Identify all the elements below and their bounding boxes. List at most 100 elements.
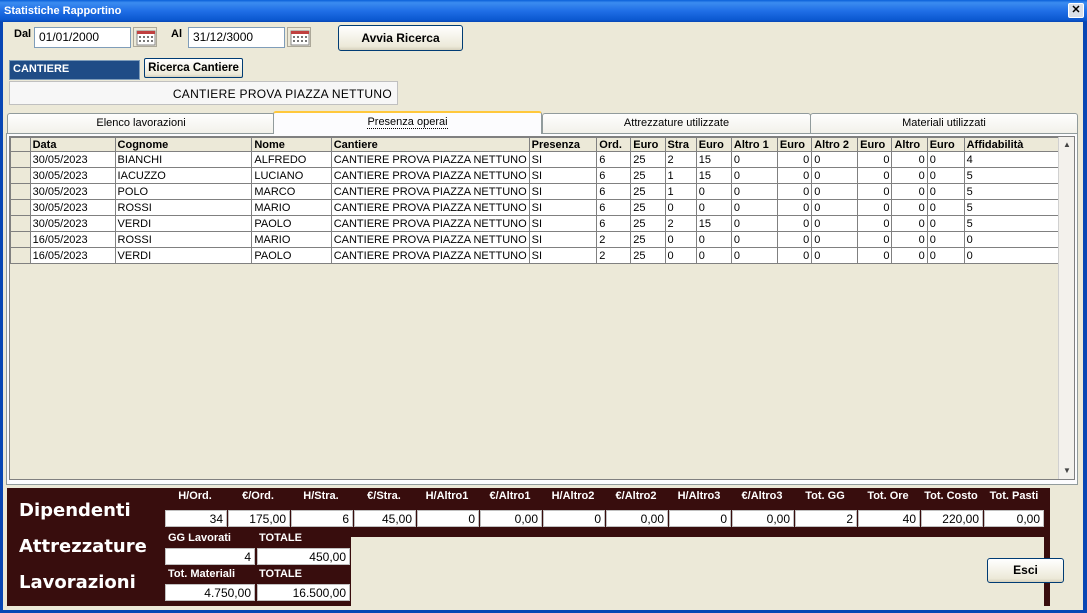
table-cell[interactable]: 5 [963,199,1063,216]
tab-attrezzature-utilizzate[interactable]: Attrezzature utilizzate [542,113,811,133]
table-cell[interactable]: 0 [776,167,813,184]
table-cell[interactable]: 0 [926,247,965,264]
table-cell[interactable]: 0 [811,183,859,200]
table-cell[interactable]: ALFREDO [251,151,332,168]
table-cell[interactable]: LUCIANO [251,167,332,184]
column-header[interactable]: Euro [630,137,666,152]
table-cell[interactable]: 25 [630,247,666,264]
table-cell[interactable]: 0 [926,199,965,216]
table-cell[interactable]: CANTIERE PROVA PIAZZA NETTUNO [330,215,530,232]
table-cell[interactable]: 0 [695,199,732,216]
esci-button[interactable]: Esci [987,558,1064,583]
table-cell[interactable]: 5 [963,215,1063,232]
dal-calendar-button[interactable] [133,27,157,47]
table-cell[interactable]: 0 [730,167,778,184]
table-cell[interactable]: 0 [776,247,813,264]
table-cell[interactable]: 2 [664,215,697,232]
table-cell[interactable]: BIANCHI [114,151,253,168]
table-cell[interactable]: 16/05/2023 [29,247,116,264]
table-cell[interactable]: 0 [695,183,732,200]
table-cell[interactable]: SI [528,151,598,168]
table-cell[interactable]: 2 [596,247,632,264]
table-cell[interactable]: 6 [596,215,632,232]
table-row[interactable]: 30/05/2023 BIANCHI ALFREDO CANTIERE PROVA P… [10,151,1074,168]
al-date-field[interactable]: 31/12/3000 [188,27,285,48]
table-cell[interactable]: 0 [776,183,813,200]
table-row[interactable]: 30/05/2023 VERDI PAOLO CANTIERE PROVA PIAZZ… [10,215,1074,232]
table-cell[interactable]: POLO [114,183,253,200]
table-cell[interactable]: CANTIERE PROVA PIAZZA NETTUNO [330,231,530,248]
table-cell[interactable]: 2 [664,151,697,168]
column-header[interactable]: Euro [776,137,813,152]
row-selector[interactable] [10,151,31,168]
table-cell[interactable]: 4 [963,151,1063,168]
row-selector[interactable] [10,167,31,184]
table-cell[interactable]: SI [528,199,598,216]
table-cell[interactable]: 25 [630,167,666,184]
table-row[interactable]: 16/05/2023 VERDI PAOLO CANTIERE PROVA PIAZZ… [10,247,1074,264]
column-header[interactable]: Euro [857,137,893,152]
table-cell[interactable]: 6 [596,199,632,216]
tab-presenza-operai[interactable]: Presenza operai [273,111,542,134]
table-cell[interactable]: 16/05/2023 [29,231,116,248]
table-cell[interactable]: VERDI [114,215,253,232]
tab-materiali-utilizzati[interactable]: Materiali utilizzati [810,113,1078,133]
table-cell[interactable]: SI [528,215,598,232]
table-cell[interactable]: 0 [730,151,778,168]
table-cell[interactable]: 0 [857,215,893,232]
column-header[interactable]: Cantiere [330,137,530,152]
table-cell[interactable]: 0 [891,167,928,184]
table-cell[interactable]: 0 [857,231,893,248]
table-cell[interactable]: 0 [926,183,965,200]
table-cell[interactable]: CANTIERE PROVA PIAZZA NETTUNO [330,167,530,184]
table-cell[interactable]: 30/05/2023 [29,151,116,168]
row-selector[interactable] [10,247,31,264]
table-cell[interactable]: 25 [630,231,666,248]
table-cell[interactable]: 0 [891,215,928,232]
table-cell[interactable]: 0 [926,151,965,168]
table-cell[interactable]: 0 [963,231,1063,248]
table-cell[interactable]: PAOLO [251,247,332,264]
table-cell[interactable]: 30/05/2023 [29,167,116,184]
table-cell[interactable]: 0 [695,247,732,264]
table-cell[interactable]: 25 [630,151,666,168]
table-row[interactable]: 30/05/2023 ROSSI MARIO CANTIERE PROVA PIAZZ… [10,199,1074,216]
table-cell[interactable]: SI [528,167,598,184]
table-cell[interactable]: 0 [857,183,893,200]
table-cell[interactable]: 0 [776,199,813,216]
dal-date-field[interactable]: 01/01/2000 [34,27,131,48]
presenza-operai-grid[interactable]: Data Cognome Nome Cantiere Presenza Ord. Euro S… [9,136,1075,480]
table-cell[interactable]: SI [528,183,598,200]
table-cell[interactable]: 0 [891,247,928,264]
table-cell[interactable]: 5 [963,167,1063,184]
column-header[interactable]: Presenza [528,137,598,152]
scroll-up-icon[interactable]: ▲ [1059,137,1074,153]
table-cell[interactable]: 0 [926,215,965,232]
table-row[interactable]: 30/05/2023 POLO MARCO CANTIERE PROVA PIAZZA… [10,183,1074,200]
table-cell[interactable]: MARCO [251,183,332,200]
table-cell[interactable]: 0 [926,231,965,248]
row-selector[interactable] [10,183,31,200]
table-cell[interactable]: CANTIERE PROVA PIAZZA NETTUNO [330,199,530,216]
table-cell[interactable]: 0 [811,167,859,184]
table-cell[interactable]: 0 [811,247,859,264]
scroll-down-icon[interactable]: ▼ [1059,463,1074,479]
table-cell[interactable]: 2 [596,231,632,248]
table-cell[interactable]: CANTIERE PROVA PIAZZA NETTUNO [330,151,530,168]
column-header[interactable]: Altro [891,137,928,152]
table-cell[interactable]: ROSSI [114,231,253,248]
table-cell[interactable]: 0 [857,151,893,168]
table-cell[interactable]: 0 [811,215,859,232]
table-cell[interactable]: 6 [596,167,632,184]
table-cell[interactable]: 6 [596,183,632,200]
table-cell[interactable]: 0 [926,167,965,184]
table-cell[interactable]: MARIO [251,199,332,216]
table-cell[interactable]: 0 [811,199,859,216]
table-cell[interactable]: SI [528,231,598,248]
table-cell[interactable]: 0 [730,183,778,200]
column-header[interactable]: Nome [251,137,332,152]
table-cell[interactable]: 15 [695,167,732,184]
table-cell[interactable]: 25 [630,215,666,232]
row-selector[interactable] [10,231,31,248]
table-cell[interactable]: 15 [695,151,732,168]
